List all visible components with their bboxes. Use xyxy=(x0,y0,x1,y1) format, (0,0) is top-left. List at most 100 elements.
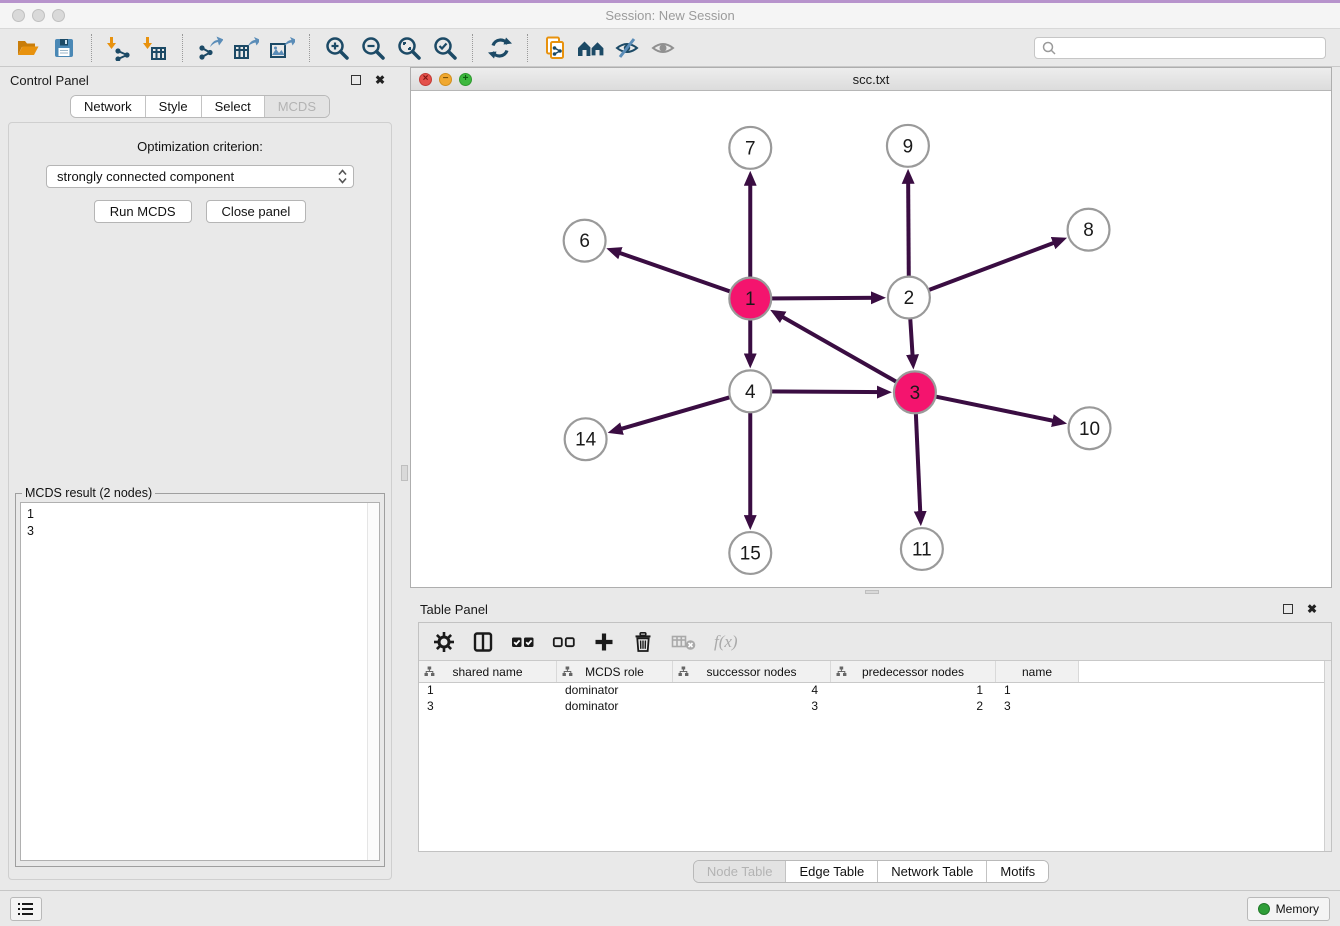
zoom-fit-button[interactable] xyxy=(394,33,424,63)
cell-mcds-role[interactable]: dominator xyxy=(557,683,673,699)
vertical-splitter[interactable] xyxy=(400,67,410,890)
edge-3-1[interactable] xyxy=(775,312,915,392)
run-mcds-button[interactable]: Run MCDS xyxy=(94,200,192,223)
graph-node-2[interactable]: 2 xyxy=(888,277,930,319)
table-tab-network-table[interactable]: Network Table xyxy=(878,861,987,882)
add-column-button[interactable] xyxy=(593,629,615,655)
hide-selected-button[interactable] xyxy=(612,33,642,63)
graph-node-6[interactable]: 6 xyxy=(564,220,606,262)
table-toolbar: f(x) xyxy=(419,623,1331,661)
tab-select[interactable]: Select xyxy=(202,96,265,117)
import-network-button[interactable] xyxy=(104,33,134,63)
float-icon xyxy=(351,75,361,85)
tab-network[interactable]: Network xyxy=(71,96,146,117)
cell-successor-nodes[interactable]: 3 xyxy=(673,699,831,715)
cell-shared-name[interactable]: 1 xyxy=(419,683,557,699)
export-network-button[interactable] xyxy=(195,33,225,63)
import-table-button[interactable] xyxy=(140,33,170,63)
horizontal-splitter[interactable] xyxy=(410,588,1332,596)
graph-node-9[interactable]: 9 xyxy=(887,125,929,167)
network-close-button[interactable]: × xyxy=(419,73,432,86)
graph-node-3[interactable]: 3 xyxy=(894,371,936,413)
deselect-all-rows-button[interactable] xyxy=(552,629,576,655)
show-all-button[interactable] xyxy=(648,33,678,63)
table-header-row: shared nameMCDS rolesuccessor nodesprede… xyxy=(419,661,1331,683)
mcds-tab-content: Optimization criterion: strongly connect… xyxy=(8,122,392,880)
node-label: 14 xyxy=(575,430,596,451)
toolbar-separator xyxy=(472,34,473,62)
mcds-result-area[interactable]: 1 3 xyxy=(20,502,380,861)
graph-node-14[interactable]: 14 xyxy=(565,418,607,460)
table-row-1[interactable]: 1dominator411 xyxy=(419,683,1331,699)
network-zoom-button[interactable]: + xyxy=(459,73,472,86)
column-header-mcds-role[interactable]: MCDS role xyxy=(557,661,673,682)
table-scrollbar[interactable] xyxy=(1324,661,1331,851)
optimization-criterion-select[interactable]: strongly connected component xyxy=(46,165,354,188)
minimize-window-button[interactable] xyxy=(32,9,45,22)
cell-predecessor-nodes[interactable]: 1 xyxy=(831,683,996,699)
export-image-button[interactable] xyxy=(267,33,297,63)
table-row-3[interactable]: 3dominator323 xyxy=(419,699,1331,715)
hierarchy-icon xyxy=(678,666,689,677)
apply-layout-button[interactable] xyxy=(485,33,515,63)
graph-node-15[interactable]: 15 xyxy=(729,532,771,574)
table-tab-node-table[interactable]: Node Table xyxy=(694,861,787,882)
graph-node-8[interactable]: 8 xyxy=(1068,209,1110,251)
open-session-button[interactable] xyxy=(13,33,43,63)
edge-2-8[interactable] xyxy=(909,240,1062,298)
zoom-selected-button[interactable] xyxy=(430,33,460,63)
cell-name[interactable]: 3 xyxy=(996,699,1079,715)
float-table-panel-button[interactable] xyxy=(1280,601,1296,617)
control-panel: Control Panel ✖ NetworkStyleSelectMCDS O… xyxy=(0,67,400,890)
function-builder-button[interactable]: f(x) xyxy=(714,629,738,655)
graph-node-4[interactable]: 4 xyxy=(729,370,771,412)
cell-mcds-role[interactable]: dominator xyxy=(557,699,673,715)
delete-table-button[interactable] xyxy=(671,629,697,655)
column-header-name[interactable]: name xyxy=(996,661,1079,682)
column-header-successor-nodes[interactable]: successor nodes xyxy=(673,661,831,682)
splitter-grip[interactable] xyxy=(865,590,879,594)
show-columns-button[interactable] xyxy=(472,629,494,655)
select-all-rows-button[interactable] xyxy=(511,629,535,655)
graph-node-1[interactable]: 1 xyxy=(729,278,771,320)
export-table-button[interactable] xyxy=(231,33,261,63)
cell-name[interactable]: 1 xyxy=(996,683,1079,699)
float-panel-button[interactable] xyxy=(348,72,364,88)
memory-button[interactable]: Memory xyxy=(1247,897,1330,921)
column-header-shared-name[interactable]: shared name xyxy=(419,661,557,682)
first-neighbors-button[interactable] xyxy=(576,33,606,63)
search-input[interactable] xyxy=(1061,41,1319,55)
zoom-in-button[interactable] xyxy=(322,33,352,63)
delete-column-button[interactable] xyxy=(632,629,654,655)
tab-style[interactable]: Style xyxy=(146,96,202,117)
columns-icon xyxy=(472,631,494,653)
cell-predecessor-nodes[interactable]: 2 xyxy=(831,699,996,715)
eye-slash-icon xyxy=(614,35,640,61)
result-scrollbar[interactable] xyxy=(367,503,379,860)
graph-node-7[interactable]: 7 xyxy=(729,127,771,169)
column-header-predecessor-nodes[interactable]: predecessor nodes xyxy=(831,661,996,682)
table-tab-motifs[interactable]: Motifs xyxy=(987,861,1048,882)
graph-node-11[interactable]: 11 xyxy=(901,528,943,570)
close-table-panel-button[interactable]: ✖ xyxy=(1304,601,1320,617)
table-settings-button[interactable] xyxy=(433,629,455,655)
network-minimize-button[interactable]: − xyxy=(439,73,452,86)
edge-3-10[interactable] xyxy=(915,392,1062,422)
cell-successor-nodes[interactable]: 4 xyxy=(673,683,831,699)
zoom-out-button[interactable] xyxy=(358,33,388,63)
float-icon xyxy=(1283,604,1293,614)
close-panel-button2[interactable]: Close panel xyxy=(206,200,307,223)
edge-1-6[interactable] xyxy=(611,250,750,299)
splitter-grip[interactable] xyxy=(401,465,408,481)
network-canvas[interactable]: 7 9 6 8 1 2 4 3 14 10 15 11 xyxy=(411,91,1331,587)
cell-shared-name[interactable]: 3 xyxy=(419,699,557,715)
clone-network-button[interactable] xyxy=(540,33,570,63)
close-window-button[interactable] xyxy=(12,9,25,22)
task-history-button[interactable] xyxy=(10,897,42,921)
table-tab-edge-table[interactable]: Edge Table xyxy=(786,861,878,882)
tab-mcds[interactable]: MCDS xyxy=(265,96,329,117)
save-session-button[interactable] xyxy=(49,33,79,63)
graph-node-10[interactable]: 10 xyxy=(1069,407,1111,449)
zoom-window-button[interactable] xyxy=(52,9,65,22)
close-panel-button[interactable]: ✖ xyxy=(372,72,388,88)
